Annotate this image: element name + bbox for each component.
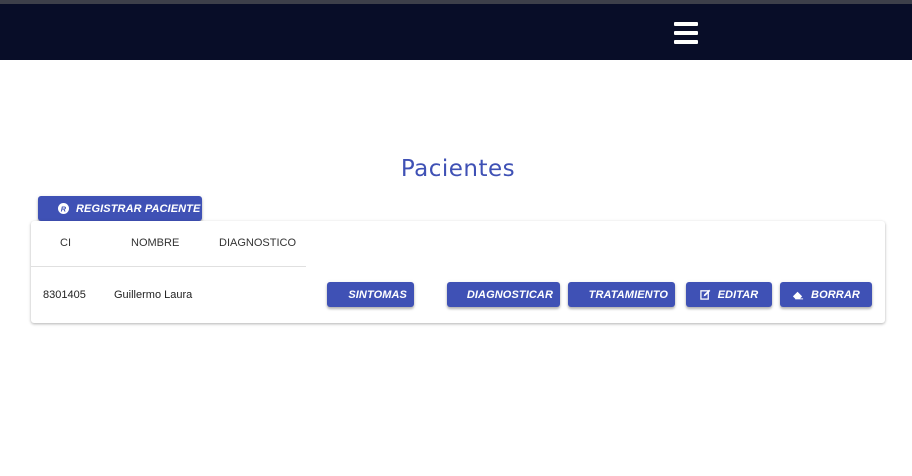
cell-ci: 8301405 <box>43 289 86 301</box>
edit-icon <box>699 289 711 300</box>
menu-bar-top <box>674 22 698 26</box>
sintomas-label: SINTOMAS <box>348 288 407 301</box>
table-header-divider <box>31 266 306 267</box>
diagnosticar-button[interactable]: DIAGNOSTICAR <box>447 282 560 307</box>
tratamiento-label: TRATAMIENTO <box>588 288 668 301</box>
editar-label: EDITAR <box>717 288 759 301</box>
hamburger-menu-icon[interactable] <box>674 22 698 44</box>
column-header-ci: CI <box>60 237 71 249</box>
register-patient-label: REGISTRAR PACIENTE <box>76 202 201 215</box>
svg-text:R: R <box>61 204 67 213</box>
tratamiento-button[interactable]: TRATAMIENTO <box>568 282 675 307</box>
diagnosticar-label: DIAGNOSTICAR <box>466 288 553 301</box>
editar-button[interactable]: EDITAR <box>686 282 772 307</box>
column-header-diagnostico: DIAGNOSTICO <box>219 237 297 249</box>
sintomas-button[interactable]: SINTOMAS <box>327 282 414 307</box>
patients-table: CI NOMBRE DIAGNOSTICO 8301405 Guillermo … <box>31 221 885 323</box>
cell-nombre: Guillermo Laura <box>114 289 193 301</box>
registered-icon: R <box>58 203 69 214</box>
borrar-button[interactable]: BORRAR <box>780 282 872 307</box>
column-header-nombre: NOMBRE <box>131 237 180 249</box>
menu-bar-bottom <box>674 40 698 44</box>
page-title: Pacientes <box>400 156 516 182</box>
register-patient-button[interactable]: R REGISTRAR PACIENTE <box>38 196 202 221</box>
navbar <box>0 4 912 60</box>
borrar-label: BORRAR <box>811 288 860 301</box>
eraser-icon <box>792 290 804 300</box>
menu-bar-middle <box>674 31 698 35</box>
